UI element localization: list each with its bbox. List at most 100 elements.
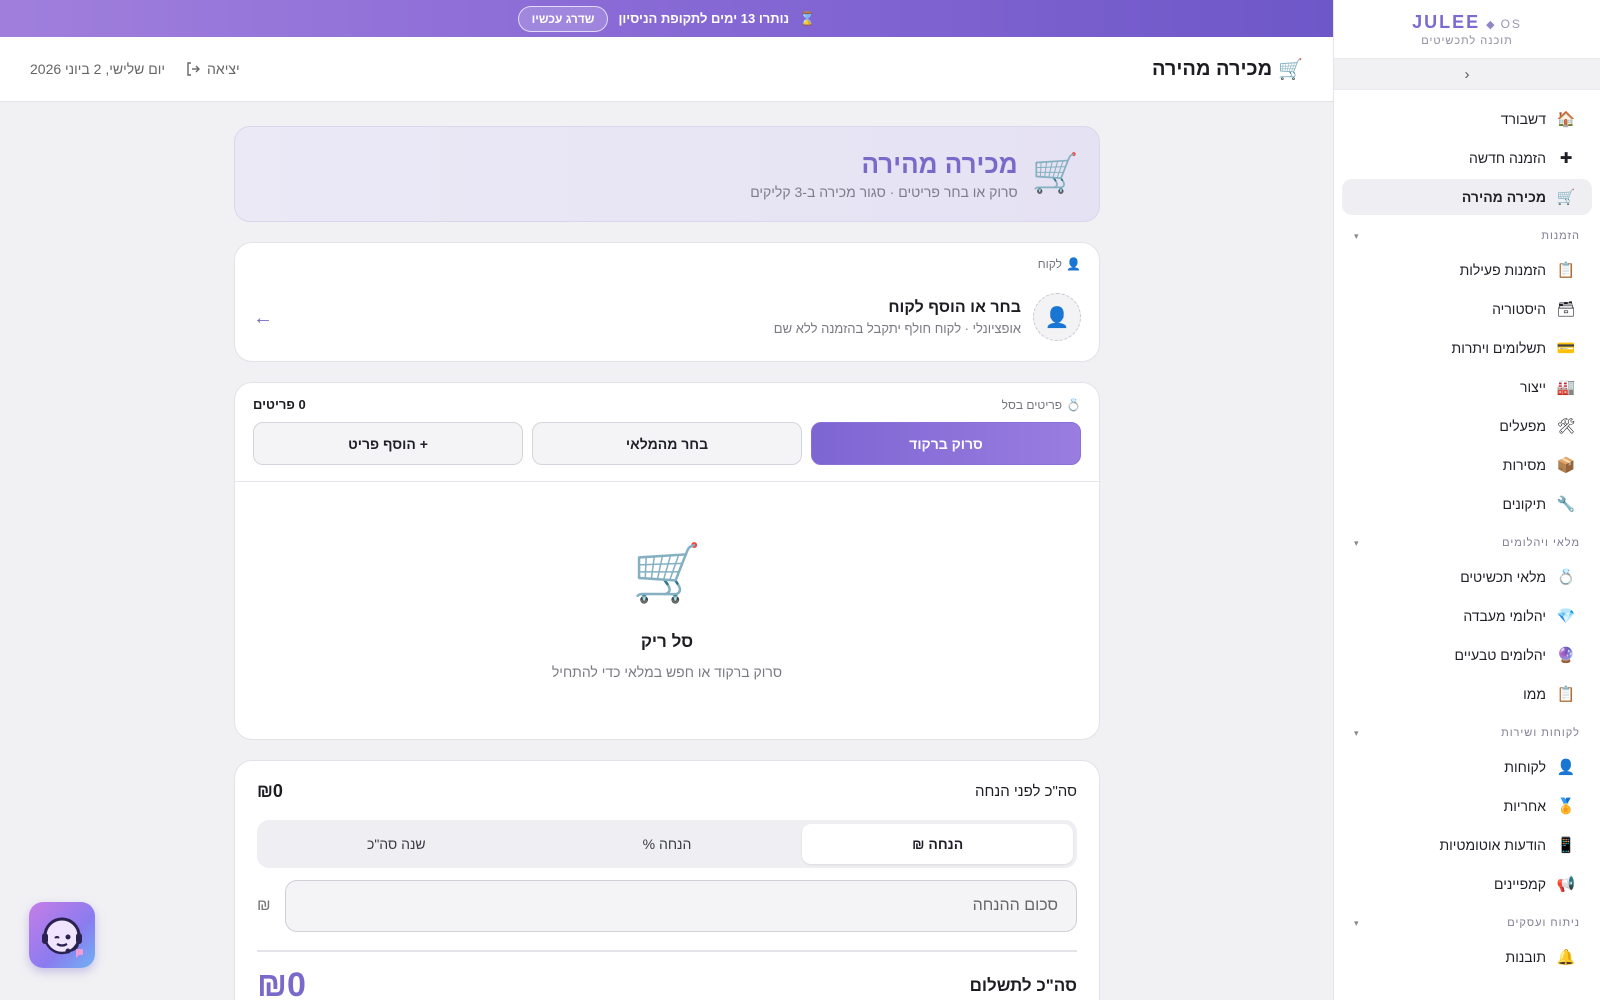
hero-title: מכירה מהירה [861, 148, 1018, 179]
sidebar-item-label: תשלומים ויתרות [1451, 340, 1546, 356]
sidebar-item-factories[interactable]: 🛠 מפעלים [1342, 408, 1592, 444]
cart-icon: 🛒 [1556, 189, 1576, 206]
clipboard-icon: 📋 [1556, 686, 1576, 703]
sidebar-item-production[interactable]: 🏭 ייצור [1342, 369, 1592, 405]
sidebar-section-analytics[interactable]: ניתוח ועסקים ▾ [1342, 910, 1592, 936]
sidebar-item-label: קמפיינים [1494, 876, 1546, 892]
hourglass-icon: ⌛ [799, 10, 816, 26]
brand-tagline: תוכנה לתכשיטים [1421, 35, 1513, 47]
sidebar-item-history[interactable]: 🗃 היסטוריה [1342, 291, 1592, 327]
chevron-down-icon: ▾ [1354, 727, 1360, 738]
pick-from-inventory-button[interactable]: בחר מהמלאי [532, 422, 802, 465]
crystal-ball-icon: 🔮 [1556, 647, 1576, 664]
quick-sale-hero: 🛒 מכירה מהירה סרוק או בחר פריטים · סגור … [234, 126, 1100, 222]
items-count: 0 פריטים [253, 397, 306, 412]
sidebar-item-warranty[interactable]: 🏅 אחריות [1342, 788, 1592, 824]
cart-icon: 🛒 [632, 541, 702, 604]
sidebar-item-payments[interactable]: 💳 תשלומים ויתרות [1342, 330, 1592, 366]
brand-name: JULEE [1412, 12, 1481, 32]
ring-icon: 💍 [1066, 397, 1081, 412]
empty-basket-title: סל ריק [640, 632, 694, 651]
arrow-left-icon[interactable]: ← [253, 307, 273, 330]
sidebar-item-label: תיקונים [1502, 496, 1546, 512]
sidebar-item-deliveries[interactable]: 📦 מסירות [1342, 447, 1592, 483]
phone-icon: 📱 [1556, 837, 1576, 854]
sidebar-item-memo[interactable]: 📋 ממו [1342, 676, 1592, 712]
archive-icon: 🗃 [1556, 301, 1576, 318]
hero-subtitle: סרוק או בחר פריטים · סגור מכירה ב-3 קליק… [750, 183, 1018, 200]
chevron-down-icon: ▾ [1354, 917, 1360, 928]
sidebar-item-active-orders[interactable]: 📋 הזמנות פעילות [1342, 252, 1592, 288]
sidebar-item-label: מפעלים [1499, 418, 1546, 434]
sidebar-item-quick-sale[interactable]: 🛒 מכירה מהירה [1342, 179, 1592, 215]
sidebar-item-auto-messages[interactable]: 📱 הודעות אוטומטיות [1342, 827, 1592, 863]
basket-actions: סרוק ברקוד בחר מהמלאי + הוסף פריט [235, 412, 1099, 482]
ring-icon: 💍 [1556, 569, 1576, 586]
page-title: 🛒 מכירה מהירה [1152, 57, 1303, 82]
plus-icon: ✚ [1559, 150, 1573, 167]
sidebar-item-customers[interactable]: 👤 לקוחות [1342, 749, 1592, 785]
sidebar-item-lab-diamonds[interactable]: 💎 יהלומי מעבדה [1342, 598, 1592, 634]
diamond-icon: ◆ [1486, 19, 1495, 31]
sidebar-item-label: הזמנות פעילות [1459, 262, 1546, 278]
current-date: יום שלישי, 2 ביוני 2026 [30, 61, 166, 77]
sidebar-item-label: דשבורד [1500, 111, 1546, 127]
sidebar-section-customers[interactable]: לקוחות ושירות ▾ [1342, 720, 1592, 746]
sidebar-item-jewelry-inventory[interactable]: 💍 מלאי תכשיטים [1342, 559, 1592, 595]
sidebar-item-label: היסטוריה [1492, 301, 1546, 317]
customer-card[interactable]: 👤 לקוח 👤 בחר או הוסף לקוח אופציונלי · לק… [234, 242, 1100, 362]
cart-icon: 🛒 [1031, 153, 1079, 195]
sidebar-section-inventory[interactable]: מלאי ויהלומים ▾ [1342, 530, 1592, 556]
brand: JULEE ◆ OS תוכנה לתכשיטים [1334, 0, 1600, 58]
page-title-text: מכירה מהירה [1151, 57, 1273, 80]
sidebar-collapse-button[interactable]: ‹ [1334, 58, 1600, 90]
avatar-placeholder: 👤 [1033, 293, 1081, 341]
sidebar-item-label: הזמנה חדשה [1468, 150, 1546, 166]
sidebar-item-insights[interactable]: 🔔 תובנות [1342, 939, 1592, 975]
sidebar-item-new-order[interactable]: ✚ הזמנה חדשה [1342, 140, 1592, 176]
sidebar-section-orders[interactable]: הזמנות ▾ [1342, 223, 1592, 249]
main-area: ⌛ נותרו 13 ימים לתקופת הניסיון שדרג עכשי… [0, 0, 1333, 1000]
sidebar-section-label: מלאי ויהלומים [1502, 537, 1580, 549]
quick-sale-content: 🛒 מכירה מהירה סרוק או בחר פריטים · סגור … [234, 126, 1100, 1000]
logout-button[interactable]: יציאה [185, 61, 240, 77]
clipboard-icon: 📋 [1556, 262, 1576, 279]
customer-section-label: 👤 לקוח [253, 257, 1081, 271]
scan-barcode-button[interactable]: סרוק ברקוד [811, 422, 1081, 465]
factory-icon: 🏭 [1556, 379, 1576, 396]
add-item-button[interactable]: + הוסף פריט [253, 422, 523, 465]
sidebar-item-natural-diamonds[interactable]: 🔮 יהלומים טבעיים [1342, 637, 1592, 673]
trial-message: נותרו 13 ימים לתקופת הניסיון [618, 11, 790, 26]
chevron-down-icon: ▾ [1354, 230, 1360, 241]
sidebar-item-repairs[interactable]: 🔧 תיקונים [1342, 486, 1592, 522]
basket-section-label: 💍 פריטים בסל [1002, 398, 1081, 412]
tab-change-total[interactable]: שנה סה"כ [261, 824, 532, 864]
basket-label-text: פריטים בסל [1001, 397, 1063, 412]
totals-card: סה"כ לפני הנחה ₪0 הנחה ₪ הנחה % שנה סה"כ… [234, 760, 1100, 1000]
credit-card-icon: 💳 [1556, 340, 1576, 357]
sidebar-item-label: לקוחות [1504, 759, 1546, 775]
divider [257, 950, 1077, 952]
sidebar-section-label: ניתוח ועסקים [1507, 917, 1580, 929]
sidebar-item-campaigns[interactable]: 📢 קמפיינים [1342, 866, 1592, 902]
empty-basket-subtitle: סרוק ברקוד או חפש במלאי כדי להתחיל [551, 664, 783, 680]
sidebar-section-label: הזמנות [1541, 230, 1580, 242]
user-icon: 👤 [1044, 306, 1070, 329]
support-chat-button[interactable] [29, 902, 95, 968]
empty-basket-state: 🛒 סל ריק סרוק ברקוד או חפש במלאי כדי להת… [235, 482, 1099, 680]
logout-label: יציאה [207, 61, 240, 77]
user-icon: 👤 [1556, 759, 1576, 776]
support-agent-icon [42, 917, 83, 958]
gem-icon: 💎 [1556, 608, 1576, 625]
subtotal-value: ₪0 [257, 781, 283, 801]
upgrade-button[interactable]: שדרג עכשיו [517, 5, 609, 32]
sidebar-item-label: הודעות אוטומטיות [1439, 837, 1546, 853]
topbar: 🛒 מכירה מהירה יציאה יום שלישי, 2 ביוני 2… [0, 37, 1333, 102]
tab-discount-amount[interactable]: הנחה ₪ [802, 824, 1073, 864]
customer-selector[interactable]: 👤 בחר או הוסף לקוח אופציונלי · לקוח חולף… [253, 293, 1081, 341]
currency-symbol: ₪ [257, 897, 271, 914]
sidebar-item-dashboard[interactable]: 🏠 דשבורד [1342, 101, 1592, 137]
discount-mode-tabs: הנחה ₪ הנחה % שנה סה"כ [257, 820, 1077, 868]
tab-discount-percent[interactable]: הנחה % [532, 824, 803, 864]
discount-amount-input[interactable] [284, 880, 1077, 932]
